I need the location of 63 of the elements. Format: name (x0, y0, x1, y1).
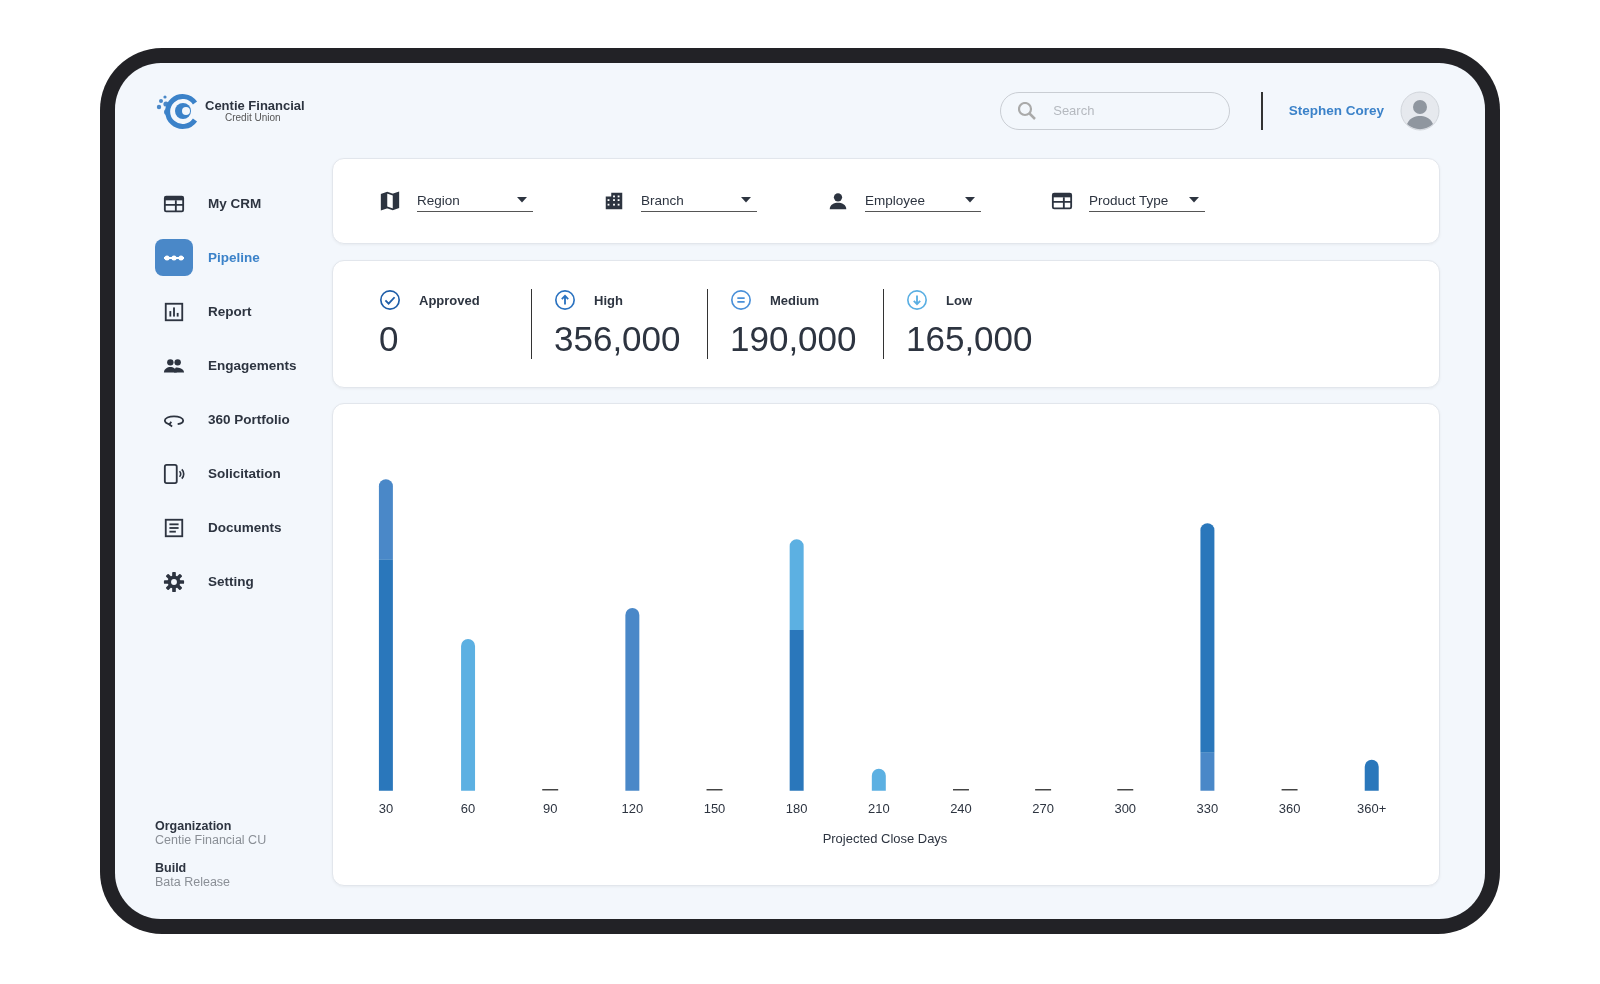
axis-label: 360+ (1357, 800, 1387, 816)
axis-label: 270 (1032, 800, 1054, 816)
bar-chart-icon (163, 300, 185, 323)
equals-circle-icon (730, 289, 752, 311)
sidebar-item[interactable]: 360 Portfolio (155, 401, 332, 438)
filter-dropdown[interactable]: Employee (865, 190, 981, 212)
avatar-icon[interactable] (1400, 90, 1440, 131)
caret-icon (1189, 197, 1199, 203)
check-circle-icon (379, 289, 401, 311)
bar (871, 768, 886, 791)
window-icon (1051, 190, 1073, 212)
axis-label: 150 (703, 800, 726, 816)
axis-label: 60 (460, 800, 476, 816)
map-icon (379, 190, 401, 212)
axis-label: 300 (1114, 800, 1137, 816)
axis-label: 210 (868, 800, 890, 816)
sidebar-item[interactable]: Solicitation (155, 455, 332, 492)
stat-value: 0 (379, 319, 400, 359)
down-arrow-circle-icon (906, 289, 928, 311)
filter-dropdown[interactable]: Region (417, 190, 533, 212)
building-icon (603, 190, 625, 212)
info-title: Build (155, 861, 188, 875)
stat-value: 165,000 (906, 319, 1034, 359)
brand-subtitle: Credit Union (224, 113, 282, 123)
axis-label: 360 (1278, 800, 1301, 816)
sidebar-item[interactable]: Report (155, 293, 332, 330)
sidebar-item[interactable]: Engagements (155, 347, 332, 384)
caret-icon (517, 197, 527, 203)
sidebar-item[interactable]: My CRM (155, 185, 332, 222)
caret-icon (965, 197, 975, 203)
sidebar-item[interactable]: Setting (155, 563, 332, 600)
pipeline-icon (164, 254, 184, 261)
stat-value: 356,000 (554, 319, 682, 359)
document-icon (163, 516, 185, 539)
person-icon (827, 190, 849, 212)
settings-icon (163, 570, 185, 593)
stat-label: Medium (770, 292, 820, 308)
phone-icon (163, 462, 185, 485)
sidebar-item[interactable]: Documents (155, 509, 332, 546)
axis-label: 90 (543, 800, 558, 816)
stat-label: Approved (419, 292, 480, 308)
info-value: Bata Release (155, 875, 232, 889)
bar (1364, 759, 1379, 791)
axis-label: 120 (621, 800, 644, 816)
filter-dropdown[interactable]: Product Type (1089, 190, 1205, 212)
axis-label: 30 (378, 800, 394, 816)
caret-icon (741, 197, 751, 203)
axis-title: Projected Close Days (822, 830, 948, 846)
axis-label: 180 (785, 800, 808, 816)
info-value: Centie Financial CU (155, 833, 268, 847)
stat-label: High (594, 292, 623, 308)
search-field[interactable]: Search (1000, 91, 1231, 130)
sidebar-item[interactable]: Pipeline (155, 239, 332, 276)
stat-label: Low (946, 292, 972, 308)
axis-label: 330 (1196, 800, 1219, 816)
axis-label: 240 (950, 800, 972, 816)
filter-dropdown[interactable]: Branch (641, 190, 757, 212)
brand-name: Centie Financial (205, 99, 305, 112)
user-name[interactable]: Stephen Corey (1288, 103, 1384, 118)
search-icon (1018, 101, 1037, 120)
up-arrow-circle-icon (554, 289, 576, 311)
stat-value: 190,000 (730, 319, 858, 359)
info-title: Organization (155, 819, 233, 833)
